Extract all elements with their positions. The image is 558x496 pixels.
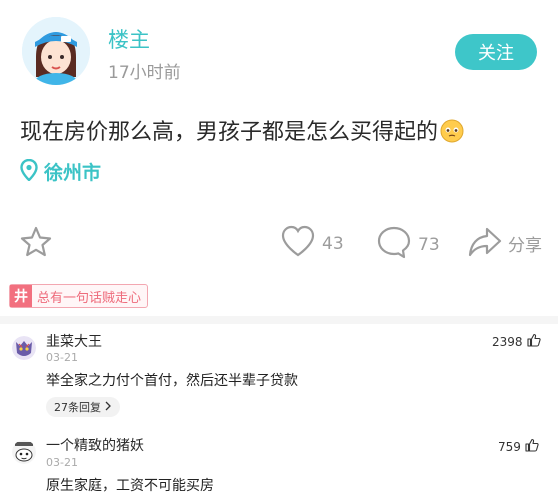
topic-tag-label: 总有一句话贼走心 xyxy=(37,290,142,306)
comment-like-button[interactable]: 759 xyxy=(498,438,539,455)
thumbs-up-icon xyxy=(526,333,541,350)
location-pin-icon xyxy=(20,158,38,185)
like-count: 43 xyxy=(322,233,344,254)
heart-icon xyxy=(280,224,316,263)
share-button[interactable]: 分享 xyxy=(468,224,542,263)
comment-date: 03-21 xyxy=(46,351,78,364)
commenter-avatar[interactable] xyxy=(12,440,36,464)
comment-button[interactable]: 73 xyxy=(376,224,440,265)
comment-bubble-icon xyxy=(376,224,412,265)
commenter-name[interactable]: 韭菜大王 xyxy=(46,331,102,351)
author-name[interactable]: 楼主 xyxy=(108,24,150,54)
hash-icon: 井 xyxy=(10,285,32,307)
comment-text: 举全家之力付个首付，然后还半辈子贷款 xyxy=(46,373,298,389)
location-label: 徐州市 xyxy=(44,162,102,184)
section-divider xyxy=(0,316,558,324)
post-time: 17小时前 xyxy=(108,63,181,83)
comment-date: 03-21 xyxy=(46,456,78,469)
topic-tag[interactable]: 井 总有一句话贼走心 xyxy=(9,284,149,308)
commenter-avatar[interactable] xyxy=(12,336,36,360)
comment-like-count: 2398 xyxy=(492,334,523,349)
thumbs-up-icon xyxy=(525,438,539,455)
comment-like-count: 759 xyxy=(498,439,521,454)
comment-like-button[interactable]: 2398 xyxy=(492,333,541,350)
comment-text: 原生家庭，工资不可能买房 xyxy=(46,478,214,494)
follow-button[interactable]: 关注 xyxy=(455,34,537,70)
share-arrow-icon xyxy=(468,224,502,263)
post-actions: 43 73 分享 xyxy=(18,224,548,264)
chevron-right-icon xyxy=(104,401,112,414)
comment-item xyxy=(12,336,36,360)
commenter-name[interactable]: 一个精致的猪妖 xyxy=(46,435,144,455)
post-content: 现在房价那么高，男孩子都是怎么买得起的 xyxy=(20,114,464,146)
post-location[interactable]: 徐州市 xyxy=(20,158,101,185)
like-button[interactable]: 43 xyxy=(280,224,344,263)
view-replies-button[interactable]: 27条回复 xyxy=(46,397,120,417)
comment-item xyxy=(12,440,36,464)
pleading-face-emoji-icon xyxy=(440,119,464,143)
comment-count: 73 xyxy=(418,234,440,255)
reply-count: 27条回复 xyxy=(54,401,101,414)
share-label: 分享 xyxy=(508,236,542,256)
favorite-button[interactable] xyxy=(18,224,54,265)
star-icon xyxy=(18,224,54,265)
author-avatar[interactable] xyxy=(22,17,90,85)
post-text: 现在房价那么高，男孩子都是怎么买得起的 xyxy=(20,120,439,145)
